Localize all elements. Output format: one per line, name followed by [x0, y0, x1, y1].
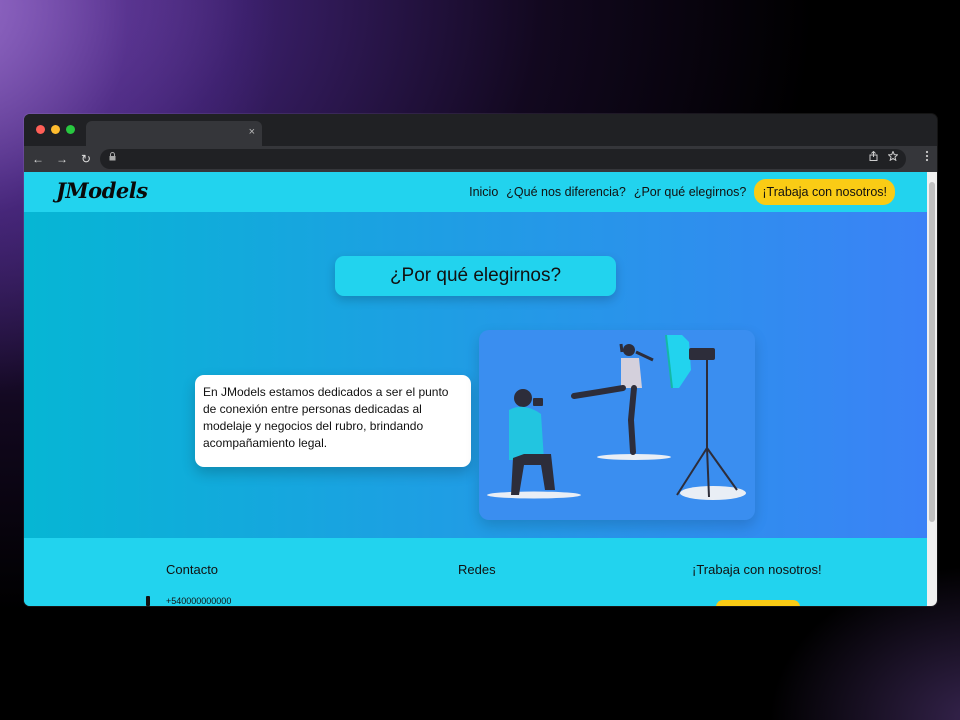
address-bar[interactable] — [100, 149, 906, 169]
hero-section: ¿Por qué elegirnos? En JModels estamos d… — [24, 212, 927, 538]
photographer-head — [514, 389, 532, 407]
floor-shadow-middle — [597, 454, 671, 460]
nav-link-elegirnos[interactable]: ¿Por qué elegirnos? — [634, 185, 747, 199]
nav-links: Inicio ¿Qué nos diferencia? ¿Por qué ele… — [469, 179, 895, 205]
model-kicking-leg — [571, 385, 626, 399]
share-icon[interactable] — [869, 150, 878, 164]
camera — [533, 398, 543, 406]
lock-icon — [109, 152, 116, 163]
address-bar-actions — [869, 150, 899, 164]
footer-social-title: Redes — [458, 562, 496, 577]
close-tab-icon[interactable]: × — [249, 126, 255, 138]
browser-menu-icon[interactable] — [925, 150, 929, 165]
back-icon[interactable]: ← — [28, 152, 48, 166]
forward-icon[interactable]: → — [52, 152, 72, 166]
phone-icon — [146, 596, 150, 606]
browser-tabbar: × — [24, 114, 937, 146]
browser-tab[interactable]: × — [86, 121, 262, 146]
scrollbar-thumb[interactable] — [929, 182, 935, 522]
maximize-window-button[interactable] — [66, 125, 75, 134]
window-controls — [36, 125, 75, 134]
footer-work-title: ¡Trabaja con nosotros! — [692, 562, 822, 577]
minimize-window-button[interactable] — [51, 125, 60, 134]
section-title: ¿Por qué elegirnos? — [335, 256, 616, 296]
model-standing-leg — [627, 385, 637, 455]
footer-phone[interactable]: +540000000000 — [166, 596, 231, 606]
photographer-illustration — [479, 330, 755, 520]
photographer-torso — [509, 406, 544, 460]
photographer-legs — [511, 454, 555, 495]
floor-shadow-left — [487, 491, 581, 499]
page-scrollbar[interactable] — [927, 172, 937, 606]
close-window-button[interactable] — [36, 125, 45, 134]
reload-icon[interactable]: ↻ — [76, 152, 96, 166]
footer-work-button[interactable] — [716, 600, 800, 606]
model-head — [623, 344, 635, 356]
site-footer: Contacto Redes ¡Trabaja con nosotros! +5… — [24, 538, 927, 606]
footer-contact-title: Contacto — [166, 562, 219, 577]
work-with-us-button[interactable]: ¡Trabaja con nosotros! — [754, 179, 895, 205]
site-logo[interactable]: JModels — [56, 178, 148, 203]
nav-link-diferencia[interactable]: ¿Qué nos diferencia? — [506, 185, 626, 199]
browser-window: × ← → ↻ JModels Inicio ¿Qué nos diferenc… — [24, 114, 937, 606]
light-head — [689, 348, 715, 360]
bookmark-star-icon[interactable] — [887, 150, 899, 164]
model-torso — [621, 358, 642, 388]
stand-leg-right — [706, 447, 738, 491]
browser-toolbar: ← → ↻ — [24, 146, 937, 172]
page-viewport: JModels Inicio ¿Qué nos diferencia? ¿Por… — [24, 172, 927, 606]
nav-link-inicio[interactable]: Inicio — [469, 185, 498, 199]
site-navbar: JModels Inicio ¿Qué nos diferencia? ¿Por… — [24, 172, 927, 212]
description-card: En JModels estamos dedicados a ser el pu… — [195, 375, 471, 467]
